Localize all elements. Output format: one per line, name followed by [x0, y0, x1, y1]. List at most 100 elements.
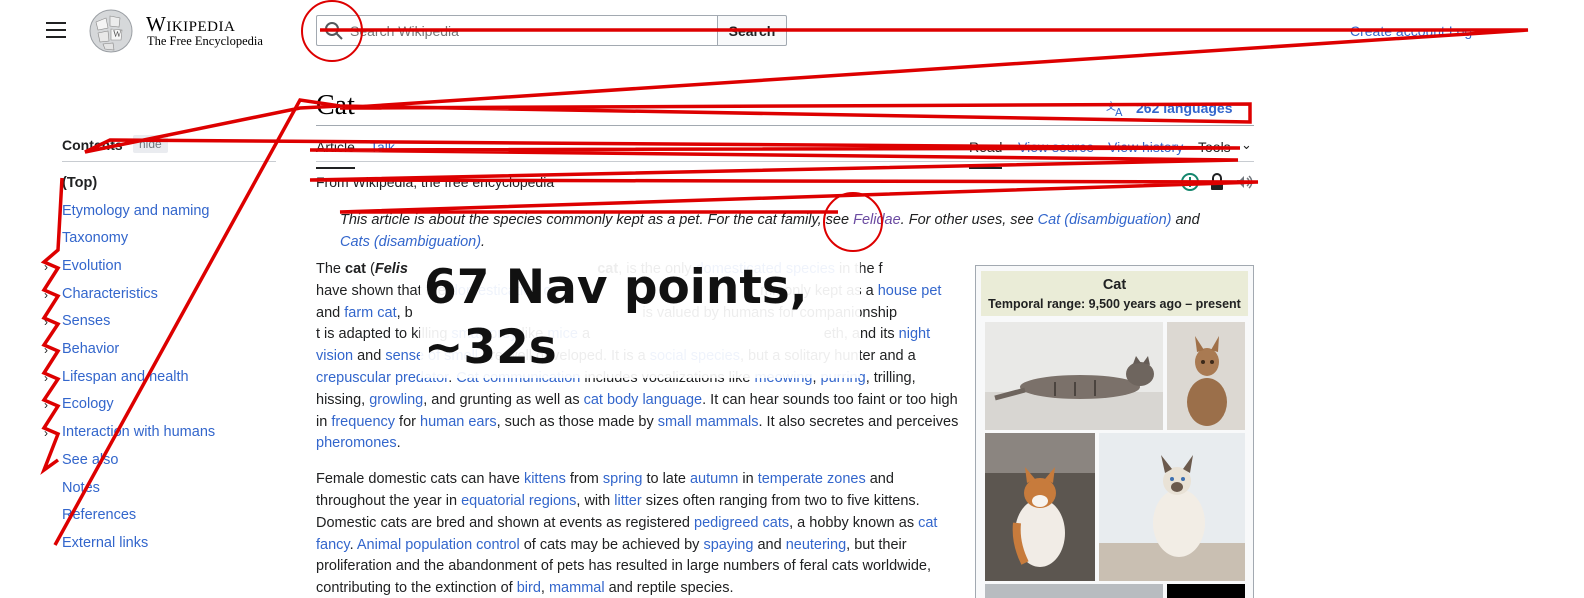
tab-talk[interactable]: Talk [370, 139, 395, 155]
toc-item-see-also[interactable]: See also [62, 452, 118, 468]
tab-view-source[interactable]: View source [1018, 139, 1094, 155]
article-link[interactable]: cat body language [584, 392, 703, 408]
toc-item-notes[interactable]: Notes [62, 480, 100, 496]
search-icon [325, 22, 343, 40]
felidae-link[interactable]: Felidae [853, 212, 901, 228]
infobox: Cat Temporal range: 9,500 years ago – pr… [975, 265, 1254, 598]
chevron-right-icon[interactable]: › [44, 426, 48, 440]
toc-item-taxonomy[interactable]: Taxonomy [62, 230, 128, 246]
chevron-right-icon[interactable]: › [44, 398, 48, 412]
article-link[interactable]: mammal [549, 580, 605, 596]
body-text: of cats may be achieved by [519, 536, 704, 553]
article-link[interactable]: autumn [690, 471, 738, 487]
hatnote-text: . For other uses, see [900, 212, 1038, 228]
infobox-title: Cat [1102, 277, 1127, 293]
body-text: . [396, 435, 401, 452]
toc-item-top[interactable]: (Top) [62, 175, 97, 191]
languages-button[interactable]: 262 languages [1136, 100, 1233, 116]
cat-photo[interactable] [985, 584, 1163, 598]
article-link[interactable]: spaying [703, 537, 753, 553]
article-link[interactable]: small mammals [658, 414, 759, 430]
toc-item-external-links[interactable]: External links [62, 535, 148, 551]
body-text: to late [642, 471, 690, 488]
toc-hide-button[interactable]: hide [133, 135, 168, 153]
article-link[interactable]: Animal population control [357, 537, 520, 553]
body-text: ( [365, 261, 375, 277]
tabs-divider [316, 161, 1254, 162]
title-divider [316, 125, 1254, 126]
svg-text:A: A [1115, 106, 1123, 117]
infobox-temporal-range: Temporal range: 9,500 years ago – presen… [988, 297, 1241, 311]
toc-item-etymology[interactable]: Etymology and naming [62, 203, 210, 219]
article-link[interactable]: pedigreed cats [694, 515, 789, 531]
article-link[interactable]: neutering [786, 537, 846, 553]
chevron-right-icon[interactable]: › [44, 288, 48, 302]
main-menu-button[interactable] [46, 22, 66, 38]
toc-item-references[interactable]: References [62, 507, 136, 523]
cat-photo[interactable] [1167, 584, 1245, 598]
article-link[interactable]: kittens [524, 471, 566, 487]
cat-disambiguation-link[interactable]: Cat (disambiguation) [1038, 212, 1172, 228]
cats-disambiguation-link[interactable]: Cats (disambiguation) [340, 234, 481, 250]
chevron-right-icon[interactable]: › [44, 343, 48, 357]
create-account-link[interactable]: Create account Log [1350, 23, 1472, 39]
article-link[interactable]: human ears [420, 414, 497, 430]
article-link[interactable]: frequency [331, 414, 395, 430]
toc-item-evolution[interactable]: Evolution [62, 258, 122, 274]
body-text: and [753, 536, 786, 553]
tab-view-history[interactable]: View history [1108, 139, 1183, 155]
tools-menu[interactable]: Tools [1198, 139, 1231, 155]
chevron-right-icon[interactable]: › [44, 260, 48, 274]
infobox-header: Cat Temporal range: 9,500 years ago – pr… [981, 271, 1248, 316]
body-text: . It also secretes and perceives [758, 413, 963, 430]
chevron-right-icon[interactable]: › [44, 371, 48, 385]
search-button[interactable]: Search [717, 15, 787, 46]
article-link[interactable]: house pet [878, 283, 942, 299]
body-text: for [395, 413, 420, 430]
site-subtitle: From Wikipedia, the free encyclopedia [316, 174, 555, 190]
article-link[interactable]: litter [614, 493, 641, 509]
body-text: and reptile species. [604, 580, 734, 597]
second-paragraph: Female domestic cats can have kittens fr… [316, 469, 961, 598]
article-link[interactable]: spring [603, 471, 643, 487]
tab-read[interactable]: Read [969, 139, 1003, 169]
toc-item-senses[interactable]: Senses [62, 313, 110, 329]
wikipedia-globe-logo[interactable]: W [86, 8, 136, 54]
article-link[interactable]: growling [369, 392, 423, 408]
toc-item-ecology[interactable]: Ecology [62, 396, 114, 412]
tab-article[interactable]: Article [316, 139, 355, 169]
body-text: , b [396, 304, 413, 321]
article-link[interactable]: farm cat [344, 305, 396, 321]
toc-item-characteristics[interactable]: Characteristics [62, 286, 158, 302]
article-link[interactable]: equatorial regions [461, 493, 576, 509]
hatnote-text: and [1171, 212, 1200, 228]
hatnote-text: . [481, 234, 486, 250]
body-text: , such as those made by [496, 413, 658, 430]
good-article-icon[interactable] [1180, 172, 1200, 192]
toc-item-lifespan[interactable]: Lifespan and health [62, 369, 189, 385]
cat-photo-abyssinian[interactable] [1167, 322, 1245, 430]
toc-divider [62, 161, 276, 162]
overlay-caption: 67 Nav points, ~32s [420, 258, 860, 378]
chevron-down-icon[interactable]: ⌄ [1241, 137, 1252, 153]
lock-icon[interactable] [1207, 172, 1227, 192]
article-link[interactable]: temperate zones [758, 471, 866, 487]
cat-photo-siamese[interactable] [1099, 433, 1245, 581]
language-icon[interactable]: 文 A [1106, 99, 1126, 117]
body-text: Female domestic cats can have [316, 471, 524, 488]
toc-item-interaction[interactable]: Interaction with humans [62, 424, 215, 440]
chevron-right-icon[interactable]: › [44, 315, 48, 329]
body-text: , a hobby known as [789, 514, 919, 531]
audio-icon[interactable] [1234, 172, 1254, 192]
search-input[interactable] [350, 20, 710, 42]
article-link[interactable]: bird [517, 580, 541, 596]
body-text: from [565, 471, 603, 488]
toc-heading: Contents [62, 137, 123, 153]
body-text: in [738, 471, 758, 488]
article-link[interactable]: pheromones [316, 435, 397, 451]
toc-item-behavior[interactable]: Behavior [62, 341, 119, 357]
body-text: . [349, 536, 357, 553]
cat-photo-tabby[interactable] [985, 322, 1163, 430]
body-text: and [353, 348, 386, 365]
cat-photo-orange-white[interactable] [985, 433, 1095, 581]
